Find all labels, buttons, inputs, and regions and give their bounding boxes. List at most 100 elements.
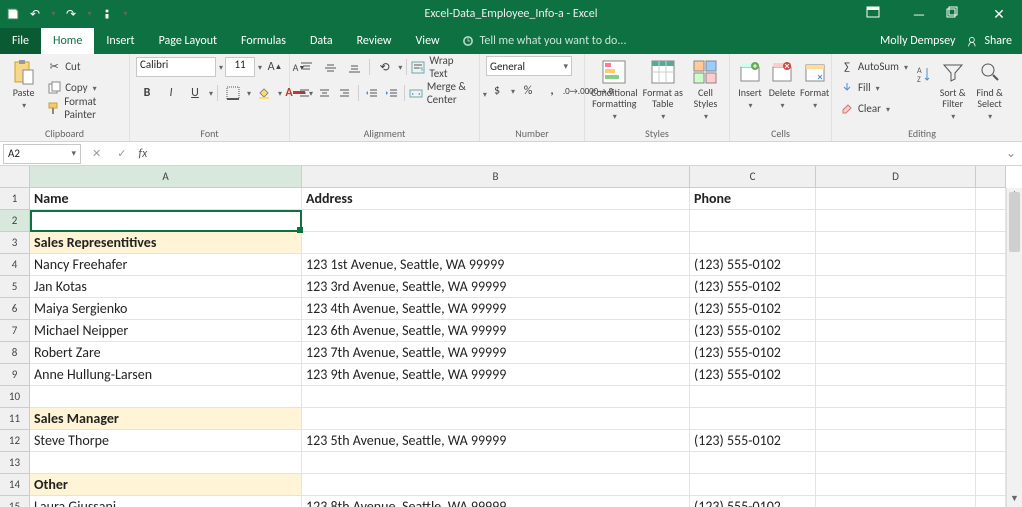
cell[interactable]: Steve Thorpe — [30, 430, 302, 452]
row-header-10[interactable]: 10 — [0, 386, 30, 408]
font-size-dropdown[interactable] — [257, 60, 262, 74]
orientation-icon[interactable]: ⟲ — [374, 57, 396, 77]
underline-dropdown[interactable] — [208, 86, 213, 100]
fill-button[interactable]: Fill — [838, 77, 910, 97]
number-format-select[interactable]: General▾ — [486, 56, 572, 76]
sort-filter-button[interactable]: Sort & Filter — [936, 56, 969, 123]
cell[interactable] — [976, 474, 1006, 496]
cell[interactable] — [976, 232, 1006, 254]
cell[interactable] — [816, 430, 976, 452]
row-header-11[interactable]: 11 — [0, 408, 30, 430]
cell[interactable] — [976, 496, 1006, 507]
cell[interactable]: Laura Giussani — [30, 496, 302, 507]
cell[interactable] — [816, 342, 976, 364]
cell[interactable] — [976, 254, 1006, 276]
cell[interactable]: 123 3rd Avenue, Seattle, WA 99999 — [302, 276, 690, 298]
cell[interactable]: 123 1st Avenue, Seattle, WA 99999 — [302, 254, 690, 276]
tab-insert[interactable]: Insert — [94, 28, 146, 54]
cell[interactable] — [816, 210, 976, 232]
conditional-formatting-button[interactable]: Conditional Formatting — [591, 56, 638, 123]
cell[interactable] — [976, 210, 1006, 232]
cancel-formula-icon[interactable]: ✕ — [88, 147, 105, 160]
align-bottom-icon[interactable] — [343, 57, 365, 77]
insert-cells-button[interactable]: Insert — [736, 56, 764, 112]
name-box[interactable]: A2▾ — [3, 144, 81, 164]
tab-file[interactable]: File — [0, 28, 41, 54]
cell[interactable] — [976, 320, 1006, 342]
cell[interactable] — [302, 408, 690, 430]
align-left-icon[interactable] — [296, 83, 314, 103]
minimize-icon[interactable]: — — [906, 6, 932, 23]
row-header-8[interactable]: 8 — [0, 342, 30, 364]
cell[interactable] — [816, 452, 976, 474]
decrease-indent-icon[interactable] — [362, 83, 380, 103]
scroll-thumb[interactable] — [1009, 192, 1020, 252]
row-header-1[interactable]: 1 — [0, 188, 30, 210]
cell[interactable] — [302, 452, 690, 474]
find-select-button[interactable]: Find & Select — [973, 56, 1006, 123]
cell-styles-button[interactable]: Cell Styles — [688, 56, 723, 123]
scroll-down-icon[interactable]: ▼ — [1007, 493, 1022, 507]
ribbon-display-icon[interactable] — [866, 6, 892, 23]
cell[interactable]: (123) 555-0102 — [690, 342, 816, 364]
accounting-format-button[interactable]: $ — [486, 81, 508, 101]
cell[interactable] — [816, 298, 976, 320]
row-header-7[interactable]: 7 — [0, 320, 30, 342]
tab-page-layout[interactable]: Page Layout — [147, 28, 229, 54]
copy-button[interactable]: Copy — [45, 77, 123, 97]
worksheet[interactable]: A B C D 123456789101112131415 NameAddres… — [0, 166, 1022, 507]
row-header-9[interactable]: 9 — [0, 364, 30, 386]
cell[interactable]: 123 4th Avenue, Seattle, WA 99999 — [302, 298, 690, 320]
cell[interactable] — [816, 188, 976, 210]
tell-me-search[interactable]: Tell me what you want to do... — [462, 28, 627, 54]
clear-button[interactable]: Clear — [838, 98, 910, 118]
cell[interactable] — [816, 408, 976, 430]
cell[interactable] — [302, 386, 690, 408]
cell[interactable] — [690, 452, 816, 474]
cell[interactable] — [690, 386, 816, 408]
qat-customize-icon[interactable] — [122, 7, 128, 21]
undo-icon[interactable]: ↶ — [28, 7, 42, 21]
cell[interactable] — [816, 276, 976, 298]
row-header-14[interactable]: 14 — [0, 474, 30, 496]
cell[interactable]: 123 5th Avenue, Seattle, WA 99999 — [302, 430, 690, 452]
tab-data[interactable]: Data — [298, 28, 345, 54]
cell[interactable]: (123) 555-0102 — [690, 496, 816, 507]
tab-review[interactable]: Review — [345, 28, 404, 54]
col-header-c[interactable]: C — [690, 166, 816, 188]
cell[interactable] — [976, 386, 1006, 408]
row-header-3[interactable]: 3 — [0, 232, 30, 254]
font-size-select[interactable]: 11 — [225, 57, 255, 77]
save-icon[interactable] — [6, 7, 20, 21]
cell[interactable]: Jan Kotas — [30, 276, 302, 298]
cell[interactable]: Sales Representitives — [30, 232, 302, 254]
cell[interactable] — [30, 210, 302, 232]
font-name-dropdown[interactable] — [218, 60, 223, 74]
cell[interactable]: (123) 555-0102 — [690, 320, 816, 342]
user-name[interactable]: Molly Dempsey — [880, 34, 955, 48]
fill-color-button[interactable] — [253, 83, 275, 103]
cell[interactable]: 123 8th Avenue, Seattle, WA 99999 — [302, 496, 690, 507]
select-all-corner[interactable] — [0, 166, 30, 188]
cell[interactable]: Name — [30, 188, 302, 210]
tab-formulas[interactable]: Formulas — [229, 28, 298, 54]
undo-dropdown-icon[interactable] — [50, 7, 56, 21]
share-button[interactable]: Share — [967, 34, 1012, 48]
cell[interactable]: (123) 555-0102 — [690, 254, 816, 276]
cell[interactable] — [816, 496, 976, 507]
row-header-6[interactable]: 6 — [0, 298, 30, 320]
cell[interactable] — [976, 276, 1006, 298]
row-header-12[interactable]: 12 — [0, 430, 30, 452]
fill-color-dropdown[interactable] — [277, 86, 282, 100]
row-header-13[interactable]: 13 — [0, 452, 30, 474]
borders-dropdown[interactable] — [246, 86, 251, 100]
cell[interactable]: Robert Zare — [30, 342, 302, 364]
increase-font-icon[interactable]: A▲ — [264, 57, 286, 77]
row-header-2[interactable]: 2 — [0, 210, 30, 232]
cell[interactable]: Michael Neipper — [30, 320, 302, 342]
cell[interactable] — [816, 232, 976, 254]
borders-button[interactable] — [222, 83, 244, 103]
cell[interactable]: Phone — [690, 188, 816, 210]
formula-input[interactable] — [155, 144, 1006, 164]
cell[interactable]: Sales Manager — [30, 408, 302, 430]
